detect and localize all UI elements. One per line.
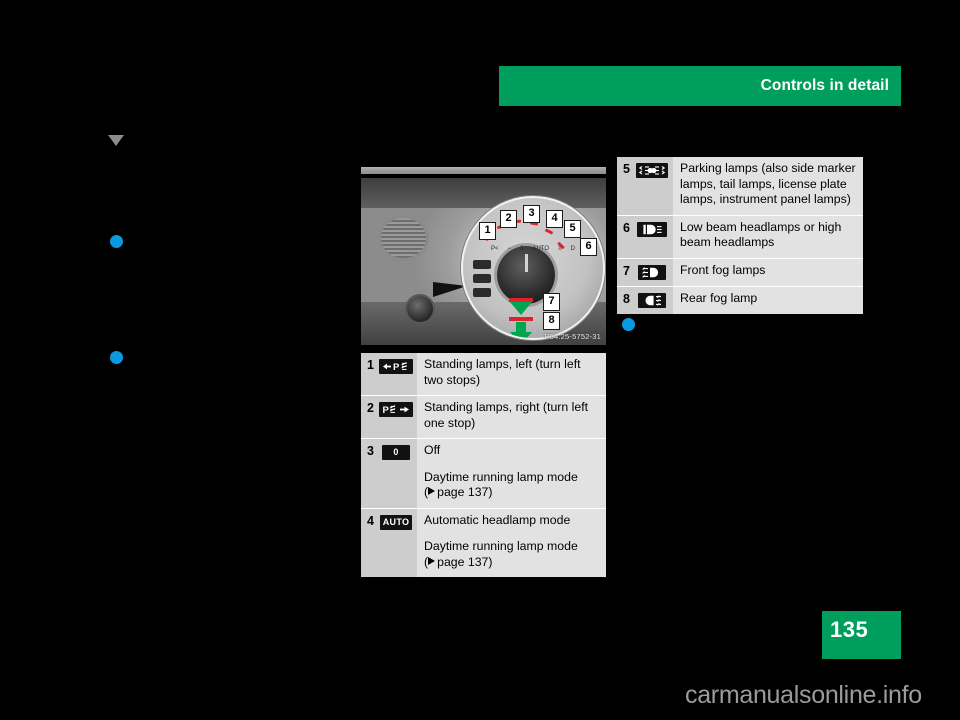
row-number: 1 — [361, 353, 379, 395]
bullet-dot-marker-3-icon — [622, 318, 635, 331]
table-row: 4 AUTO Automatic headlamp mode Daytime r… — [361, 507, 606, 577]
table-row: 7 Front fog lamps — [617, 257, 863, 286]
knob-indicator-line — [524, 254, 528, 272]
switch-tick-5 — [544, 228, 554, 235]
row-icon-cell: 0 — [379, 439, 417, 508]
parking-lamps-icon — [636, 163, 668, 178]
row-description-secondary: Daytime running lamp mode — [424, 469, 578, 484]
table-row: 8 Rear fog lamp — [617, 285, 863, 314]
figure-callout-6: 6 — [580, 238, 597, 256]
light-switch-figure: P< −0 AUTO ≡ D 1 2 3 4 5 6 7 8 P54.25-5752-3… — [361, 167, 606, 345]
row-number: 8 — [617, 286, 635, 314]
lamp-positions-table-right: 5 Parking lamps (also side marker lamps,… — [617, 157, 863, 314]
figure-reference-code: P54.25-5752-31 — [544, 332, 601, 341]
air-vent-icon — [381, 218, 426, 258]
chapter-header-bar: Controls in detail — [499, 66, 901, 106]
row-number: 5 — [617, 157, 635, 215]
table-row: 6 Low beam headlamps or high beam headla… — [617, 214, 863, 258]
table-row: 1 P Standing lamps, left (turn left two … — [361, 353, 606, 395]
table-row: 2 P Standing lamps, right (turn left one… — [361, 395, 606, 438]
row-icon-cell: P — [379, 353, 417, 395]
row-icon-cell — [635, 286, 673, 314]
standing-lamps-right-icon: P — [379, 402, 413, 417]
figure-callout-1: 1 — [479, 222, 496, 240]
page-number: 135 — [830, 617, 869, 642]
lamp-positions-table-left: 1 P Standing lamps, left (turn left two … — [361, 353, 606, 577]
row-description: Off Daytime running lamp mode (page 137) — [424, 443, 578, 499]
fog-button-a-icon — [473, 260, 491, 269]
reference-triangle-icon — [428, 556, 436, 565]
reference-triangle-icon — [428, 487, 436, 495]
site-watermark: carmanualsonline.info — [685, 681, 922, 709]
row-description: Parking lamps (also side marker lamps, t… — [680, 161, 856, 206]
figure-callout-3: 3 — [523, 205, 540, 223]
dashboard-photo: P< −0 AUTO ≡ D 1 2 3 4 5 6 7 8 P54.25-5752-3… — [361, 178, 606, 345]
figure-callout-8: 8 — [543, 312, 560, 330]
low-beam-headlamps-icon — [637, 221, 667, 237]
rear-fog-lamp-icon — [638, 292, 666, 308]
front-fog-lamps-icon — [638, 264, 666, 280]
svg-text:P: P — [383, 405, 390, 415]
row-description: Automatic headlamp mode Daytime running … — [424, 512, 578, 569]
switch-position-glyphs: P< −0 AUTO ≡ D — [491, 245, 575, 252]
row-number: 2 — [361, 396, 379, 438]
figure-callout-4: 4 — [546, 210, 563, 228]
svg-text:P: P — [393, 362, 400, 372]
row-number: 4 — [361, 508, 379, 577]
dashboard-upper-panel — [361, 178, 606, 208]
off-position-icon: 0 — [382, 445, 410, 460]
cross-reference: (page 137) — [424, 485, 493, 499]
fog-rear-highlight — [509, 317, 533, 321]
page-number-block: 135 — [822, 611, 901, 659]
figure-callout-2: 2 — [500, 210, 517, 228]
row-description: Rear fog lamp — [680, 290, 758, 305]
cross-reference: (page 137) — [424, 554, 493, 569]
fog-button-b-icon — [473, 274, 491, 283]
light-switch-knob-small — [407, 296, 433, 322]
row-icon-cell: P — [379, 396, 417, 438]
table-row: 3 0 Off Daytime running lamp mode (page … — [361, 438, 606, 508]
auto-headlamp-icon: AUTO — [379, 514, 413, 530]
row-icon-cell: AUTO — [379, 508, 417, 577]
chapter-title: Controls in detail — [760, 77, 889, 94]
figure-top-rule — [361, 167, 606, 174]
row-description: Standing lamps, left (turn left two stop… — [424, 357, 581, 387]
row-icon-cell — [635, 258, 673, 286]
row-description-secondary: Daytime running lamp mode — [424, 539, 578, 553]
fog-button-c-icon — [473, 288, 491, 297]
standing-lamps-left-icon: P — [379, 359, 413, 374]
row-description: Low beam headlamps or high beam headlamp… — [680, 219, 842, 250]
row-number: 6 — [617, 215, 635, 258]
row-description: Standing lamps, right (turn left one sto… — [424, 400, 589, 430]
section-triangle-marker-icon — [108, 135, 124, 146]
green-arrow-front-fog-icon — [510, 302, 532, 315]
table-row: 5 Parking lamps (also side marker lamps,… — [617, 157, 863, 215]
figure-callout-7: 7 — [543, 293, 560, 311]
figure-callout-5: 5 — [564, 220, 581, 238]
row-number: 3 — [361, 439, 379, 508]
bullet-dot-marker-1-icon — [110, 235, 123, 248]
row-icon-cell — [635, 215, 673, 258]
row-number: 7 — [617, 258, 635, 286]
row-icon-cell — [635, 157, 673, 215]
row-description: Front fog lamps — [680, 262, 766, 277]
bullet-dot-marker-2-icon — [110, 351, 123, 364]
